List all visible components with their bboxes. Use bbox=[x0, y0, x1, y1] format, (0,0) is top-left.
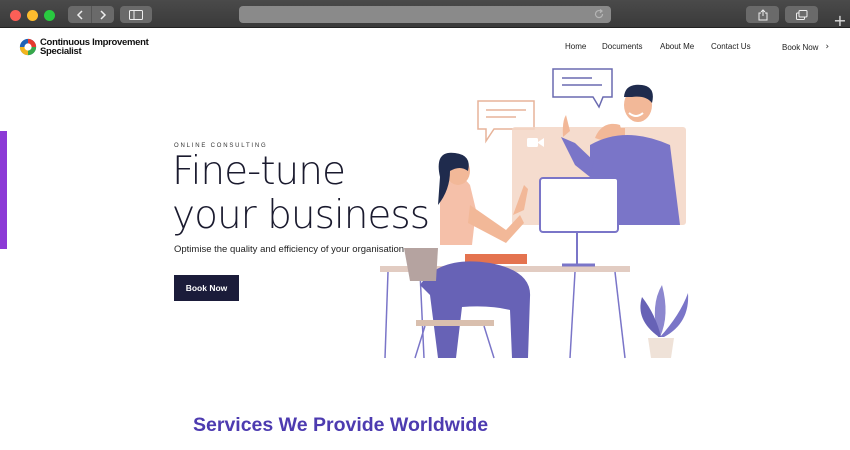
logo-icon bbox=[19, 38, 37, 56]
plus-icon: + bbox=[833, 10, 847, 30]
share-button[interactable] bbox=[746, 6, 779, 23]
tabs-icon bbox=[795, 9, 807, 20]
close-window-button[interactable] bbox=[10, 10, 21, 21]
nav-about[interactable]: About Me bbox=[660, 42, 694, 51]
nav-book-label: Book Now bbox=[782, 42, 819, 52]
book-now-button[interactable]: Book Now bbox=[174, 275, 239, 301]
chevron-left-icon bbox=[76, 9, 83, 20]
new-tab-button[interactable]: + bbox=[830, 10, 850, 30]
back-button[interactable] bbox=[68, 6, 91, 23]
site-logo[interactable]: Continuous Improvement Specialist bbox=[19, 38, 149, 57]
chevron-right-icon: › bbox=[825, 42, 830, 52]
nav-book-now[interactable]: Book Now › bbox=[782, 42, 829, 52]
sidebar-toggle-button[interactable] bbox=[120, 6, 152, 23]
plant-icon bbox=[640, 285, 689, 358]
nav-home[interactable]: Home bbox=[565, 42, 586, 51]
address-bar[interactable] bbox=[239, 6, 611, 23]
consulting-illustration bbox=[380, 68, 689, 359]
side-accent-bar bbox=[0, 131, 7, 249]
hero-subtitle: Optimise the quality and efficiency of y… bbox=[174, 244, 405, 255]
nav-contact[interactable]: Contact Us bbox=[711, 42, 751, 51]
forward-button[interactable] bbox=[91, 6, 114, 23]
minimize-window-button[interactable] bbox=[27, 10, 38, 21]
reload-icon[interactable] bbox=[593, 8, 605, 20]
chat-bubble-icon bbox=[552, 68, 613, 109]
share-icon bbox=[758, 8, 767, 20]
show-tabs-button[interactable] bbox=[785, 6, 818, 23]
logo-wordmark: Continuous Improvement Specialist bbox=[40, 38, 149, 57]
sidebar-icon bbox=[129, 9, 143, 20]
chevron-right-icon bbox=[100, 9, 107, 20]
history-nav bbox=[68, 6, 114, 23]
maximize-window-button[interactable] bbox=[44, 10, 55, 21]
services-heading: Services We Provide Worldwide bbox=[193, 414, 489, 436]
browser-toolbar: + bbox=[0, 0, 850, 28]
nav-documents[interactable]: Documents bbox=[602, 42, 642, 51]
logo-line-2: Specialist bbox=[40, 46, 82, 57]
